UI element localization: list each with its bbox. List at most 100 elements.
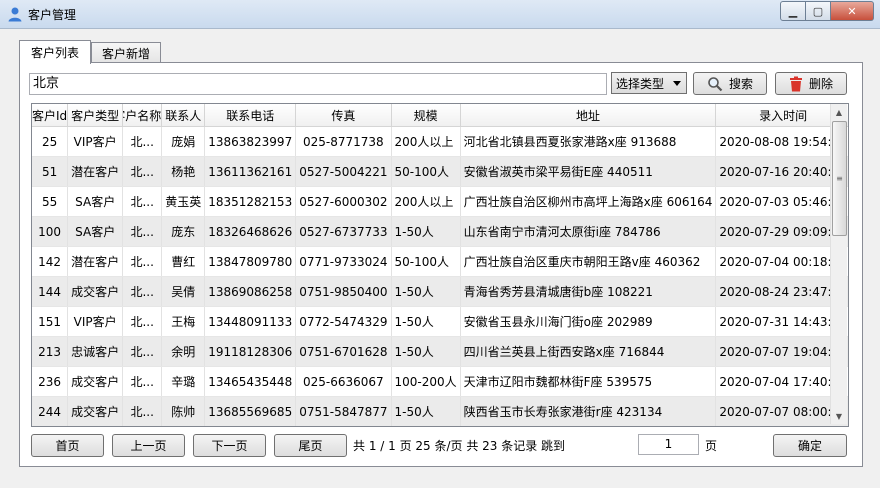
prev-page-button[interactable]: 上一页 bbox=[112, 434, 185, 457]
page-number-input[interactable]: 1 bbox=[638, 434, 699, 455]
cell-name[interactable]: 北... bbox=[122, 306, 163, 337]
table-row[interactable]: 236 成交客户 北... 辛璐 13465435448 025-6636067 100-2… bbox=[32, 366, 848, 397]
table-row[interactable]: 100 SA客户 北... 庞东 18326468626 0527-6737733 1-50… bbox=[32, 216, 848, 247]
col-header-scale[interactable]: 规模 bbox=[391, 104, 461, 127]
cell-id[interactable]: 100 bbox=[32, 216, 69, 247]
cell-id[interactable]: 144 bbox=[32, 276, 69, 307]
scroll-up-icon[interactable]: ▲ bbox=[831, 104, 847, 120]
cell-address[interactable]: 四川省兰英县上街西安路x座 716844 bbox=[460, 336, 717, 367]
cell-address[interactable]: 广西壮族自治区柳州市高坪上海路x座 606164 bbox=[460, 186, 717, 217]
table-row[interactable]: 151 VIP客户 北... 王梅 13448091133 0772-5474329 1-5… bbox=[32, 306, 848, 337]
cell-type[interactable]: VIP客户 bbox=[68, 427, 123, 428]
cell-id[interactable]: 25 bbox=[32, 126, 69, 157]
cell-name[interactable]: 北... bbox=[122, 276, 163, 307]
cell-address[interactable]: 河北省北镇县西夏张家港路x座 913688 bbox=[460, 126, 717, 157]
table-row[interactable]: 213 忠诚客户 北... 余明 19118128306 0751-6701628 1-50… bbox=[32, 336, 848, 367]
cell-scale[interactable]: 50-100人 bbox=[391, 156, 461, 187]
table-row[interactable]: 142 潜在客户 北... 曹红 13847809780 0771-9733024 50-1… bbox=[32, 246, 848, 277]
cell-fax[interactable]: 025-6636067 bbox=[295, 366, 392, 397]
minimize-button[interactable]: ▁ bbox=[780, 1, 806, 21]
table-row[interactable]: 244 成交客户 北... 陈帅 13685569685 0751-5847877 1-50… bbox=[32, 396, 848, 426]
cell-fax[interactable]: 0751-5847877 bbox=[295, 396, 392, 426]
cell-phone[interactable]: 13847809780 bbox=[204, 246, 297, 277]
table-row[interactable]: 144 成交客户 北... 吴倩 13869086258 0751-9850400 1-50… bbox=[32, 276, 848, 307]
cell-type[interactable]: 忠诚客户 bbox=[67, 336, 124, 367]
last-page-button[interactable]: 尾页 bbox=[274, 434, 347, 457]
cell-address[interactable]: 天津市辽阳市魏都林街F座 539575 bbox=[460, 366, 717, 397]
cell-contact[interactable]: 黄玉英 bbox=[161, 186, 206, 217]
cell-phone[interactable]: 13448091133 bbox=[204, 306, 297, 337]
cell-scale[interactable]: 100-200人 bbox=[391, 366, 461, 397]
cell-fax[interactable]: 0772-5474329 bbox=[295, 306, 392, 337]
col-header-phone[interactable]: 联系电话 bbox=[204, 104, 297, 127]
col-header-name[interactable]: 客户名称 bbox=[122, 104, 163, 127]
cell-fax[interactable]: 0771-9733024 bbox=[295, 246, 392, 277]
cell-fax[interactable]: 0751-9850400 bbox=[295, 276, 392, 307]
cell-fax[interactable]: 0527-5004221 bbox=[295, 156, 392, 187]
col-header-fax[interactable]: 传真 bbox=[295, 104, 392, 127]
cell-scale[interactable]: 50-100人 bbox=[391, 427, 460, 428]
table-row[interactable]: 51 潜在客户 北... 杨艳 13611362161 0527-5004221 50-10… bbox=[32, 156, 848, 187]
cell-id[interactable]: 213 bbox=[32, 336, 69, 367]
cell-contact[interactable]: 辛璐 bbox=[161, 366, 206, 397]
cell-phone[interactable]: 13863823997 bbox=[204, 126, 297, 157]
cell-contact[interactable]: 余明 bbox=[161, 336, 206, 367]
cell-type[interactable]: SA客户 bbox=[67, 216, 124, 247]
table-row[interactable]: 25 VIP客户 北... 庞娟 13863823997 025-8771738 200人以… bbox=[32, 126, 848, 157]
type-select[interactable]: 选择类型 bbox=[611, 72, 687, 94]
cell-phone[interactable]: 18351282153 bbox=[204, 186, 297, 217]
cell-scale[interactable]: 1-50人 bbox=[391, 276, 461, 307]
tab-customer-list[interactable]: 客户列表 bbox=[19, 40, 91, 64]
cell-address[interactable]: 安徽省玉县永川海门街o座 202989 bbox=[460, 306, 717, 337]
cell-scale[interactable]: 1-50人 bbox=[391, 336, 461, 367]
cell-type[interactable]: 成交客户 bbox=[67, 396, 124, 426]
delete-button[interactable]: 删除 bbox=[775, 72, 847, 95]
cell-phone[interactable]: 13869086258 bbox=[204, 276, 297, 307]
cell-phone[interactable]: 18326468626 bbox=[204, 216, 297, 247]
cell-type[interactable]: 成交客户 bbox=[67, 366, 124, 397]
cell-contact[interactable]: 庞娟 bbox=[161, 126, 206, 157]
cell-address[interactable]: 山东省南宁市清河太原街i座 784786 bbox=[460, 216, 717, 247]
cell-type[interactable]: VIP客户 bbox=[67, 306, 124, 337]
cell-phone[interactable]: 19118128306 bbox=[204, 336, 297, 367]
maximize-button[interactable]: ▢ bbox=[806, 1, 831, 21]
search-button[interactable]: 搜索 bbox=[693, 72, 767, 95]
cell-id[interactable]: 254 bbox=[32, 427, 68, 428]
cell-time[interactable]: 2020-08-18 00:27:13 bbox=[716, 427, 849, 428]
scrollbar-thumb[interactable]: ≡ bbox=[832, 121, 847, 236]
table-scrollbar[interactable]: ▲ ≡ ▼ bbox=[830, 104, 847, 424]
cell-scale[interactable]: 200人以上 bbox=[391, 186, 461, 217]
cell-name[interactable]: 北... bbox=[123, 427, 162, 428]
cell-id[interactable]: 55 bbox=[32, 186, 69, 217]
cell-name[interactable]: 北... bbox=[122, 186, 163, 217]
cell-address[interactable]: 内蒙古自治区秀珍市滨城柳州街W座 362813 bbox=[460, 427, 716, 428]
cell-type[interactable]: SA客户 bbox=[67, 186, 124, 217]
cell-contact[interactable]: 陈莉 bbox=[162, 427, 205, 428]
cell-scale[interactable]: 1-50人 bbox=[391, 396, 461, 426]
table-row[interactable]: 254VIP客户北...陈莉13487662130010-716468050-1… bbox=[32, 427, 849, 428]
cell-name[interactable]: 北... bbox=[122, 126, 163, 157]
confirm-button[interactable]: 确定 bbox=[773, 434, 847, 457]
cell-phone[interactable]: 13487662130 bbox=[205, 427, 296, 428]
cell-contact[interactable]: 曹红 bbox=[161, 246, 206, 277]
cell-phone[interactable]: 13465435448 bbox=[204, 366, 297, 397]
next-page-button[interactable]: 下一页 bbox=[193, 434, 266, 457]
scroll-down-icon[interactable]: ▼ bbox=[831, 408, 847, 424]
cell-id[interactable]: 244 bbox=[32, 396, 69, 426]
cell-scale[interactable]: 200人以上 bbox=[391, 126, 461, 157]
cell-fax[interactable]: 0527-6737733 bbox=[295, 216, 392, 247]
col-header-id[interactable]: 客户Id bbox=[32, 104, 69, 127]
cell-fax[interactable]: 0751-6701628 bbox=[295, 336, 392, 367]
cell-fax[interactable]: 0527-6000302 bbox=[295, 186, 392, 217]
cell-contact[interactable]: 吴倩 bbox=[161, 276, 206, 307]
cell-fax[interactable]: 025-8771738 bbox=[295, 126, 392, 157]
cell-scale[interactable]: 1-50人 bbox=[391, 306, 461, 337]
cell-type[interactable]: VIP客户 bbox=[67, 126, 124, 157]
cell-scale[interactable]: 50-100人 bbox=[391, 246, 461, 277]
cell-type[interactable]: 潜在客户 bbox=[67, 246, 124, 277]
cell-name[interactable]: 北... bbox=[122, 366, 163, 397]
cell-name[interactable]: 北... bbox=[122, 156, 163, 187]
cell-scale[interactable]: 1-50人 bbox=[391, 216, 461, 247]
cell-name[interactable]: 北... bbox=[122, 396, 163, 426]
cell-name[interactable]: 北... bbox=[122, 246, 163, 277]
